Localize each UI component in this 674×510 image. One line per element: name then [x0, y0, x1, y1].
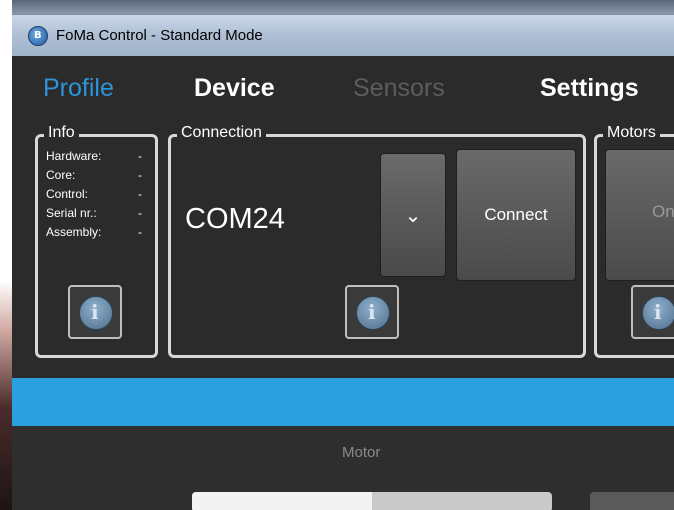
core-value: - [138, 168, 142, 182]
tab-profile[interactable]: Profile [43, 74, 114, 103]
motor-slider[interactable] [192, 492, 552, 510]
assembly-value: - [138, 225, 142, 239]
motor-slider-fill [192, 492, 372, 510]
accent-band [12, 378, 674, 426]
info-icon: i [356, 296, 390, 330]
motors-on-button[interactable]: On [605, 149, 674, 281]
tab-device[interactable]: Device [194, 74, 275, 103]
port-dropdown-button[interactable]: ⌄ [380, 153, 446, 277]
window-frame [12, 0, 674, 14]
app-icon: B [28, 26, 48, 46]
tab-sensors[interactable]: Sensors [353, 74, 445, 103]
core-label: Core: [46, 168, 76, 182]
connection-info-button[interactable]: i [345, 285, 399, 339]
chevron-down-icon: ⌄ [404, 203, 422, 227]
hardware-value: - [138, 149, 142, 163]
info-icon: i [79, 296, 113, 330]
motors-group: Motors On i [594, 124, 674, 358]
title-bar[interactable]: B FoMa Control - Standard Mode [12, 14, 674, 57]
info-details-button[interactable]: i [68, 285, 122, 339]
motor-label: Motor [342, 444, 381, 461]
motors-on-label: On [652, 202, 674, 221]
motor-panel: Motor [12, 426, 674, 510]
port-value: COM24 [185, 203, 285, 235]
control-label: Control: [46, 187, 89, 201]
info-legend: Info [44, 124, 79, 142]
connect-button[interactable]: Connect [456, 149, 576, 281]
app-window: B FoMa Control - Standard Mode Profile D… [12, 0, 674, 510]
control-value: - [138, 187, 142, 201]
connection-group: Connection COM24 ⌄ Connect i [168, 124, 586, 358]
assembly-label: Assembly: [46, 225, 102, 239]
window-title: FoMa Control - Standard Mode [56, 27, 263, 44]
hardware-label: Hardware: [46, 149, 102, 163]
info-icon: i [642, 296, 674, 330]
motors-legend: Motors [603, 124, 660, 142]
info-group: Info Hardware: - Core: - Control: - Seri… [35, 124, 158, 358]
motor-button[interactable] [590, 492, 674, 510]
tab-bar: Profile Device Sensors Settings [12, 56, 674, 118]
desktop-background [0, 0, 12, 510]
connection-legend: Connection [177, 124, 266, 142]
tab-settings[interactable]: Settings [540, 74, 639, 103]
serial-label: Serial nr.: [46, 206, 97, 220]
motors-info-button[interactable]: i [631, 285, 674, 339]
serial-value: - [138, 206, 142, 220]
